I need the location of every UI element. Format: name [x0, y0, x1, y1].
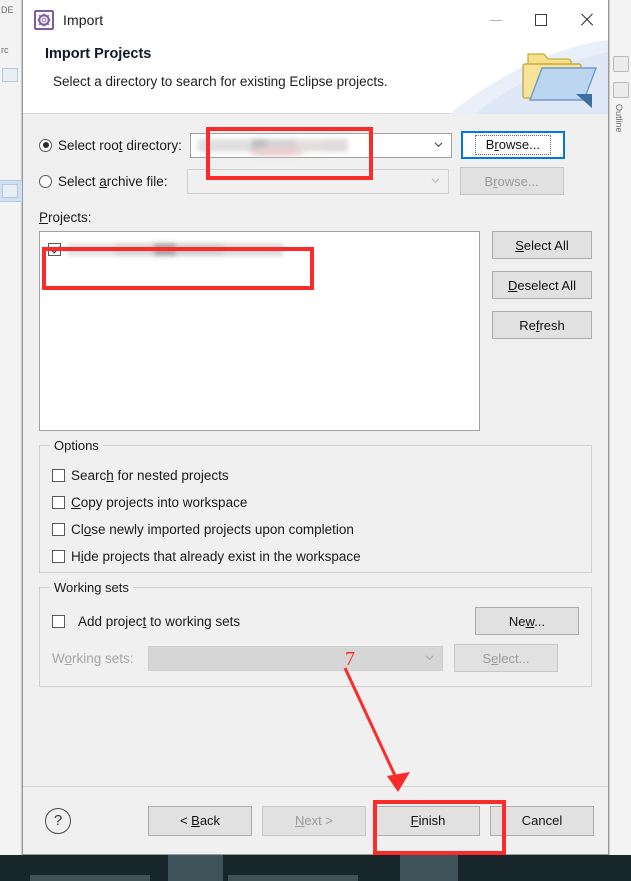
minimize-button[interactable] — [473, 0, 518, 40]
background-text-2: rc — [1, 45, 9, 55]
next-button: Next > — [262, 805, 366, 836]
folder-import-icon — [514, 38, 600, 116]
option-hide-existing-projects[interactable]: Hide projects that already exist in the … — [52, 544, 579, 568]
working-sets-combo — [148, 645, 443, 671]
help-button[interactable]: ? — [45, 807, 71, 834]
dialog-title: Import — [63, 12, 104, 28]
import-gear-icon — [34, 10, 54, 30]
options-group: Options Search for nested projects Copy … — [39, 438, 592, 573]
minimize-icon — [489, 19, 502, 21]
chevron-down-icon-working-sets — [425, 655, 434, 661]
option-search-nested-projects-label: Search for nested projects — [71, 467, 229, 483]
project-name-redacted — [68, 242, 283, 256]
help-icon: ? — [53, 812, 63, 829]
background-icon-2 — [2, 184, 18, 198]
maximize-button[interactable] — [518, 0, 563, 40]
option-close-imported-projects-label: Close newly imported projects upon compl… — [71, 521, 354, 537]
dialog-titlebar[interactable]: Import — [23, 0, 608, 40]
checkbox-hide-existing-projects[interactable] — [52, 549, 65, 563]
background-vertical-label: Outline — [614, 104, 624, 133]
select-working-set-button: Select... — [454, 644, 558, 672]
deselect-all-label: Deselect All — [508, 277, 576, 293]
checkbox-close-imported-projects[interactable] — [52, 522, 65, 536]
taskbar-glow — [30, 875, 150, 881]
deselect-all-button[interactable]: Deselect All — [492, 271, 592, 299]
browse-root-directory-label: Browse...Browse... — [474, 135, 551, 155]
select-all-label: Select All — [515, 237, 569, 253]
option-copy-projects-label: Copy projects into workspace — [71, 494, 248, 510]
working-sets-add-row: Add project to working sets New... — [52, 606, 579, 636]
list-item[interactable] — [40, 238, 479, 260]
working-sets-combo-label: Working sets: — [52, 650, 134, 666]
working-sets-select-row: Working sets: Select... — [52, 644, 579, 672]
projects-label: Projects: — [39, 210, 92, 225]
annotation-step-number: 7 — [345, 648, 355, 670]
radio-select-archive-file[interactable] — [39, 174, 52, 188]
root-directory-value-redacted-2 — [250, 146, 303, 156]
option-copy-projects[interactable]: Copy projects into workspace — [52, 490, 579, 514]
radio-root-directory-label: Select root directory: — [58, 137, 182, 153]
browse-archive-file-label: Browse... — [484, 173, 539, 189]
dialog-body: Select root directory: Browse...Browse..… — [23, 114, 608, 786]
background-icon-1 — [2, 68, 18, 82]
option-hide-existing-projects-label: Hide projects that already exist in the … — [71, 548, 361, 564]
browse-archive-file-button: Browse... — [459, 167, 564, 195]
close-icon — [579, 13, 593, 27]
archive-file-combo — [186, 168, 449, 194]
root-directory-row: Select root directory: Browse...Browse..… — [39, 131, 592, 159]
chevron-down-icon — [434, 142, 443, 148]
finish-button[interactable]: Finish — [376, 805, 480, 836]
refresh-label: Refresh — [519, 317, 565, 333]
import-dialog: Import Import Projects Select a director… — [22, 0, 609, 855]
archive-file-row: Select archive file: Browse... — [39, 167, 592, 195]
windows-taskbar — [0, 855, 631, 881]
checkbox-copy-projects[interactable] — [52, 495, 65, 509]
taskbar-item-2[interactable] — [400, 855, 458, 881]
new-working-set-label: New... — [508, 613, 546, 629]
background-outline-icon — [613, 56, 629, 72]
refresh-button[interactable]: Refresh — [492, 311, 592, 339]
background-search-icon — [613, 82, 629, 98]
maximize-icon — [534, 14, 547, 26]
working-sets-group-title: Working sets — [50, 580, 133, 595]
background-text-1: DE — [1, 5, 14, 15]
back-button[interactable]: < Back — [148, 805, 252, 836]
working-sets-group: Working sets Add project to working sets… — [39, 580, 592, 687]
root-directory-combo[interactable] — [189, 132, 452, 158]
taskbar-glow-2 — [228, 875, 358, 881]
dialog-footer: ? < Back Next > Finish Cancel — [23, 786, 608, 854]
projects-area: Select All Deselect All Refresh — [39, 231, 592, 431]
dialog-header: Import Projects Select a directory to se… — [23, 38, 608, 116]
projects-buttons: Select All Deselect All Refresh — [492, 231, 592, 431]
footer-buttons: < Back Next > Finish Cancel — [148, 805, 594, 836]
cancel-button-label: Cancel — [521, 813, 563, 828]
project-checkbox[interactable] — [48, 242, 61, 256]
new-working-set-button[interactable]: New... — [475, 607, 579, 635]
add-project-to-working-sets-label: Add project to working sets — [78, 613, 241, 629]
background-left-panel: DE rc — [0, 0, 22, 855]
cancel-button[interactable]: Cancel — [490, 805, 594, 836]
back-button-label: < Back — [179, 813, 221, 828]
checkbox-add-project-to-working-sets[interactable] — [52, 614, 65, 628]
radio-archive-file-label: Select archive file: — [58, 173, 168, 189]
finish-button-label: Finish — [410, 813, 446, 828]
option-close-imported-projects[interactable]: Close newly imported projects upon compl… — [52, 517, 579, 541]
projects-list[interactable] — [39, 231, 480, 431]
options-group-title: Options — [50, 438, 103, 453]
next-button-label: Next > — [295, 813, 333, 828]
option-search-nested-projects[interactable]: Search for nested projects — [52, 463, 579, 487]
checkbox-search-nested-projects[interactable] — [52, 468, 65, 482]
browse-root-directory-button[interactable]: Browse...Browse... — [460, 131, 565, 159]
radio-select-root-directory[interactable] — [39, 138, 52, 152]
chevron-down-icon-disabled — [431, 178, 440, 184]
select-working-set-label: Select... — [482, 650, 530, 666]
background-right-panel: Outline — [609, 0, 631, 855]
close-button[interactable] — [563, 0, 608, 40]
window-controls — [473, 0, 608, 40]
taskbar-item-1[interactable] — [168, 855, 223, 881]
select-all-button[interactable]: Select All — [492, 231, 592, 259]
